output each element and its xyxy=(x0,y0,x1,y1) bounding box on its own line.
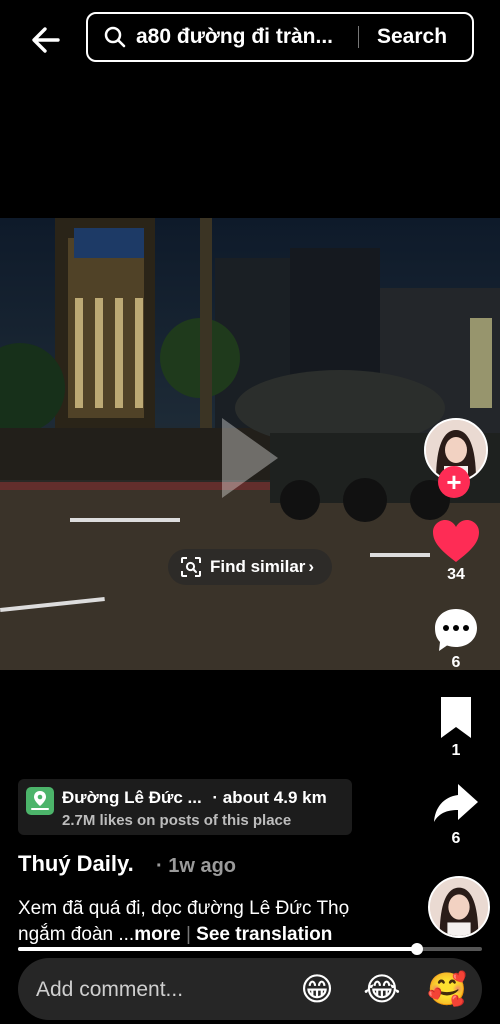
place-distance: · about 4.9 km xyxy=(212,788,327,807)
find-similar-label: Find similar xyxy=(210,557,306,576)
grinning-emoji-button[interactable]: 😁 xyxy=(298,970,336,1008)
divider xyxy=(358,26,359,48)
video-progress-bar[interactable] xyxy=(18,943,482,955)
more-button[interactable]: more xyxy=(134,924,180,945)
laughing-emoji-button[interactable]: 😂 xyxy=(363,970,401,1008)
search-query[interactable]: a80 đường đi tràn... xyxy=(136,25,346,49)
find-similar-button[interactable]: Find similar › xyxy=(168,549,332,585)
caption: Xem đã quá đi, dọc đường Lê Đức Thọ ngắm… xyxy=(18,896,418,948)
progress-handle[interactable] xyxy=(411,943,424,955)
music-avatar-portrait xyxy=(430,878,488,936)
search-bar[interactable]: a80 đường đi tràn... Search xyxy=(86,12,474,62)
like-count: 34 xyxy=(447,566,465,583)
place-likes: 2.7M likes on posts of this place xyxy=(62,812,292,829)
comment-input[interactable]: Add comment... xyxy=(36,978,183,1002)
love-emoji-button[interactable]: 🥰 xyxy=(427,970,467,1008)
caption-line-1: Xem đã quá đi, dọc đường Lê Đức Thọ xyxy=(18,898,350,919)
place-name-row: Đường Lê Đức ... · about 4.9 km xyxy=(62,788,327,808)
place-card[interactable]: Đường Lê Đức ... · about 4.9 km 2.7M lik… xyxy=(18,779,352,835)
progress-fill xyxy=(18,947,418,951)
follow-button[interactable]: + xyxy=(438,466,470,498)
divider: | xyxy=(185,924,197,945)
share-icon[interactable] xyxy=(430,780,482,828)
location-pin-icon xyxy=(26,787,54,815)
bookmark-icon[interactable] xyxy=(430,694,482,742)
post-time: · 1w ago xyxy=(156,855,237,877)
scan-icon xyxy=(181,557,201,577)
music-avatar[interactable] xyxy=(428,876,490,938)
comment-count: 6 xyxy=(451,654,461,671)
caption-line-2: ngắm đoàn ... xyxy=(18,924,135,945)
comment-icon[interactable] xyxy=(430,606,482,654)
author-name[interactable]: Thuý Daily. xyxy=(18,851,134,877)
back-arrow-icon[interactable] xyxy=(28,22,64,58)
comment-bar[interactable]: Add comment... 😁 😂 🥰 xyxy=(18,958,482,1020)
caption-line-2-row: ngắm đoàn ...more | See translation xyxy=(18,922,418,948)
place-name: Đường Lê Đức ... xyxy=(62,788,202,807)
see-translation-button[interactable]: See translation xyxy=(196,924,332,945)
search-button[interactable]: Search xyxy=(377,25,447,49)
search-icon xyxy=(104,26,126,48)
chevron-right-icon: › xyxy=(308,557,315,576)
heart-icon[interactable] xyxy=(430,518,482,566)
share-count: 6 xyxy=(451,830,461,847)
save-count: 1 xyxy=(451,742,461,759)
